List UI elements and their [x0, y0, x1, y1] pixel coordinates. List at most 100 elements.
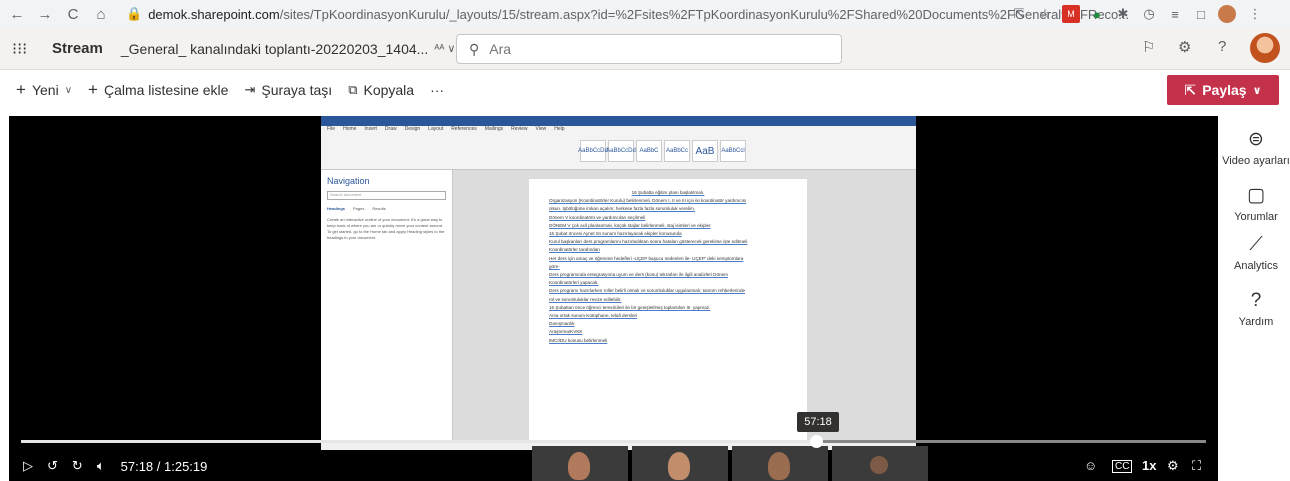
ribbon-tabs: File Home Insert Draw Design Layout References… — [327, 126, 565, 132]
help-question-icon[interactable]: ? — [1218, 38, 1226, 55]
search-input[interactable] — [489, 41, 790, 57]
extension-red-icon[interactable]: M — [1062, 5, 1080, 23]
forward-icon[interactable]: → — [34, 3, 56, 25]
new-label: Yeni — [31, 82, 59, 98]
reading-list-icon[interactable]: ≡ — [1166, 5, 1184, 23]
lock-icon: 🔒 — [126, 6, 143, 21]
nav-tabs: Headings Pages Results — [327, 206, 446, 211]
title-options-icon[interactable]: ᴬᴬ ∨ — [434, 42, 455, 55]
home-icon[interactable]: ⌂ — [90, 3, 112, 25]
more-label: ··· — [430, 82, 445, 98]
nav-title: Navigation — [327, 176, 370, 186]
copy-label: Kopyala — [363, 82, 415, 98]
document-title[interactable]: _General_ kanalındaki toplantı-20220203_… — [121, 41, 428, 57]
url-host: demok.sharepoint.com — [148, 6, 280, 22]
share-icon: ⇱ — [1184, 81, 1197, 98]
nav-tab: Results — [372, 206, 386, 211]
analytics-button[interactable]: ⟋ Analytics — [1222, 234, 1290, 272]
document-line: Kurul başkanları ders programlarını hazı… — [549, 239, 748, 245]
document-line: 16 Şubatta eğitim planı başlatılmalı. — [631, 190, 705, 195]
copy-icon: ⧉ — [348, 82, 358, 97]
browser-profile-avatar[interactable] — [1218, 5, 1236, 23]
document-line: Ama ortak sunum Kütüphane, telafi dersle… — [549, 313, 638, 319]
document-line: Ders programında entegrasyona uyum ve de… — [549, 272, 728, 278]
command-bar: + Yeni ∨ + Çalma listesine ekle ⇥ Şuraya… — [0, 70, 1290, 110]
document-line: Araştırma/KVKK — [549, 329, 583, 335]
document-line: Koordinatörleri yapacak. — [549, 280, 599, 286]
nav-tab: Headings — [327, 206, 346, 211]
analytics-label: Analytics — [1233, 260, 1279, 272]
captions-button[interactable]: CC — [1112, 460, 1133, 473]
share-button[interactable]: ⇱ Paylaş ∨ — [1167, 75, 1279, 105]
url-path: /sites/TpKoordinasyonKurulu/_layouts/15/… — [279, 6, 1130, 22]
share-page-icon[interactable]: ⇱ — [1010, 5, 1028, 23]
move-folder-icon: ⇥ — [244, 82, 256, 97]
app-name[interactable]: Stream — [52, 40, 103, 57]
document-line: Dönem V koordinatörü ve yardımcıları seç… — [549, 214, 646, 220]
seek-bar-progress — [21, 440, 817, 443]
extension-clock-icon[interactable]: ◷ — [1140, 5, 1158, 23]
forward-10-icon[interactable]: ↻ — [72, 458, 83, 474]
playlist-label: Çalma listesine ekle — [103, 82, 229, 98]
video-player[interactable]: File Home Insert Draw Design Layout References… — [9, 116, 1218, 481]
plus-icon: + — [16, 80, 26, 99]
seek-bar[interactable] — [21, 435, 1206, 448]
document-line: rol ve sorumluluklar revize edilebilir. — [549, 296, 622, 302]
share-label: Paylaş — [1202, 82, 1247, 98]
feedback-icon[interactable]: ⚐ — [1142, 38, 1155, 56]
browser-toolbar: ← → C ⌂ 🔒 demok.sharepoint.com/sites/TpK… — [0, 0, 1290, 28]
move-to-button[interactable]: ⇥ Şuraya taşı — [244, 82, 332, 98]
speaker-view-icon[interactable]: ☺ — [1084, 458, 1097, 473]
reload-icon[interactable]: C — [62, 3, 84, 25]
chevron-down-icon: ∨ — [64, 84, 73, 96]
play-icon[interactable]: ▷ — [23, 458, 33, 474]
player-settings-icon[interactable]: ⚙ — [1167, 458, 1179, 474]
user-avatar[interactable] — [1250, 33, 1280, 63]
new-button[interactable]: + Yeni ∨ — [16, 80, 72, 100]
extension-green-icon[interactable]: ● — [1088, 5, 1106, 23]
document-line: 16 Şubattan önce öğrenci temsilcileri il… — [549, 304, 711, 310]
time-display: 57:18 / 1:25:19 — [120, 458, 208, 474]
app-header: ⁝⁝⁝ Stream _General_ kanalındaki toplant… — [0, 28, 1290, 70]
video-settings-button[interactable]: ⊜ Video ayarları — [1222, 128, 1290, 167]
more-options-button[interactable]: ··· — [430, 82, 444, 98]
style-gallery: AaBbCcDd AaBbCcDd AaBbC AaBbCc AaB AaBbCcl — [578, 140, 746, 162]
document-line: DÖNEM V çok acil planlanmalı, küçük staj… — [549, 222, 711, 228]
address-bar[interactable]: 🔒 demok.sharepoint.com/sites/TpKoordinas… — [126, 6, 1129, 22]
plus-icon: + — [88, 80, 98, 99]
playback-speed-button[interactable]: 1x — [1142, 458, 1156, 473]
side-panel-icon[interactable]: □ — [1192, 5, 1210, 23]
comments-button[interactable]: ▢ Yorumlar — [1222, 184, 1290, 223]
browser-menu-icon[interactable]: ⋮ — [1246, 5, 1264, 23]
word-title-bar — [321, 116, 916, 126]
video-settings-label: Video ayarları — [1222, 155, 1290, 167]
nav-help-text: Create an interactive outline of your do… — [327, 217, 445, 240]
document-line: Her ders için amaç ve öğrenme hedefleri … — [549, 255, 744, 261]
document-line: Koordinatörler tarafından — [549, 247, 600, 253]
help-button[interactable]: ? Yardım — [1222, 290, 1290, 328]
add-to-playlist-button[interactable]: + Çalma listesine ekle — [88, 80, 228, 100]
bookmark-star-icon[interactable]: ☆ — [1036, 5, 1054, 23]
word-ribbon: File Home Insert Draw Design Layout References… — [321, 126, 916, 170]
word-navigation-pane: Navigation Search document Headings Page… — [321, 170, 453, 442]
search-icon: ⚲ — [469, 40, 480, 57]
settings-gear-icon[interactable]: ⚙ — [1178, 38, 1191, 56]
move-label: Şuraya taşı — [261, 82, 333, 98]
chevron-down-icon: ∨ — [1252, 84, 1262, 97]
volume-icon[interactable]: 🔈︎ — [97, 458, 105, 474]
search-box[interactable]: ⚲ — [456, 34, 842, 64]
rewind-10-icon[interactable]: ↺ — [47, 458, 58, 474]
document-line: Ders programı hazırlarken roller belirli… — [549, 288, 746, 294]
extension-puzzle-icon[interactable]: ✱ — [1114, 5, 1132, 23]
back-icon[interactable]: ← — [6, 3, 28, 25]
document-line: olsun. İşbölüğüne imkan açalım; herkese … — [549, 206, 696, 212]
analytics-chart-icon: ⟋ — [1249, 234, 1263, 255]
app-launcher-icon[interactable]: ⁝⁝⁝ — [12, 39, 36, 59]
copy-button[interactable]: ⧉ Kopyala — [348, 82, 414, 98]
player-controls: ▷ ↺ ↻ 🔈︎ 57:18 / 1:25:19 ☺ CC 1x ⚙ ⛶ — [9, 452, 1218, 480]
document-line: IMCI/DU konusu belirlenmeli — [549, 337, 608, 343]
fullscreen-icon[interactable]: ⛶ — [1192, 458, 1201, 474]
shared-screen-frame: File Home Insert Draw Design Layout References… — [321, 116, 916, 450]
comment-icon: ▢ — [1247, 185, 1265, 206]
document-line: Organizasyon (Koordinatörler Kurulu) bel… — [549, 198, 747, 204]
